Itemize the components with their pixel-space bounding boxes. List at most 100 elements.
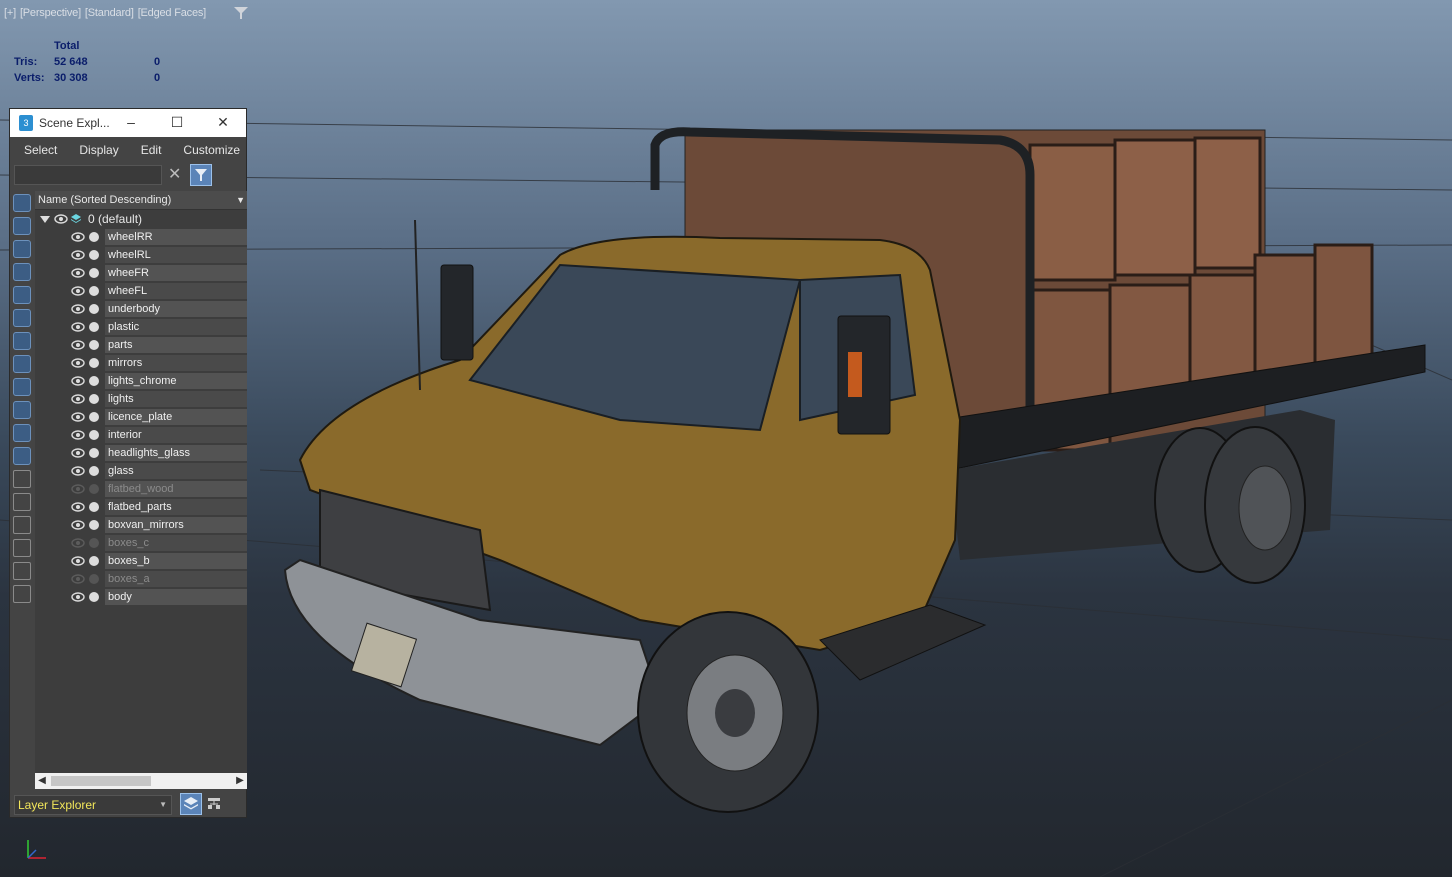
- hidden-filter-icon[interactable]: [13, 447, 31, 465]
- eye-icon[interactable]: [71, 555, 85, 567]
- eye-icon[interactable]: [71, 429, 85, 441]
- cameras-filter-icon[interactable]: [13, 263, 31, 281]
- object-row[interactable]: wheelRR: [35, 228, 247, 246]
- viewport-menu-pov[interactable]: [Perspective]: [20, 7, 81, 19]
- eye-icon[interactable]: [71, 267, 85, 279]
- eye-icon[interactable]: [71, 249, 85, 261]
- scroll-right-icon[interactable]: ▶: [233, 773, 247, 789]
- eye-icon[interactable]: [71, 321, 85, 333]
- filter-options-icon[interactable]: [13, 539, 31, 557]
- xrefs-filter-icon[interactable]: [13, 355, 31, 373]
- render-toggle-icon[interactable]: [89, 448, 99, 458]
- eye-icon[interactable]: [71, 501, 85, 513]
- render-toggle-icon[interactable]: [89, 322, 99, 332]
- render-toggle-icon[interactable]: [89, 574, 99, 584]
- column-header-name[interactable]: Name (Sorted Descending) ▼: [35, 191, 247, 210]
- select-all-icon[interactable]: [13, 470, 31, 488]
- scroll-left-icon[interactable]: ◀: [35, 773, 49, 789]
- render-toggle-icon[interactable]: [89, 538, 99, 548]
- object-row[interactable]: wheeFL: [35, 282, 247, 300]
- eye-icon[interactable]: [71, 231, 85, 243]
- eye-icon[interactable]: [71, 591, 85, 603]
- sort-by-layer-button[interactable]: [180, 793, 202, 815]
- eye-icon[interactable]: [71, 375, 85, 387]
- object-row[interactable]: licence_plate: [35, 408, 247, 426]
- sort-arrow-icon[interactable]: ▼: [236, 191, 245, 209]
- object-row[interactable]: boxvan_mirrors: [35, 516, 247, 534]
- render-toggle-icon[interactable]: [89, 592, 99, 602]
- close-button[interactable]: ✕: [206, 109, 240, 137]
- menu-customize[interactable]: Customize: [169, 143, 248, 157]
- object-row[interactable]: boxes_a: [35, 570, 247, 588]
- render-toggle-icon[interactable]: [89, 394, 99, 404]
- render-toggle-icon[interactable]: [89, 358, 99, 368]
- scene-explorer-window[interactable]: 3 Scene Expl... – ☐ ✕ Select Display Edi…: [9, 108, 247, 818]
- eye-icon[interactable]: [71, 285, 85, 297]
- select-none-icon[interactable]: [13, 493, 31, 511]
- minimize-button[interactable]: –: [114, 109, 148, 137]
- viewport-label[interactable]: [+] [Perspective] [Standard] [Edged Faces]: [4, 7, 210, 19]
- invert-selection-icon[interactable]: [13, 516, 31, 534]
- containers-filter-icon[interactable]: [13, 401, 31, 419]
- eye-icon[interactable]: [71, 357, 85, 369]
- render-toggle-icon[interactable]: [89, 556, 99, 566]
- eye-icon[interactable]: [71, 519, 85, 531]
- eye-icon[interactable]: [71, 465, 85, 477]
- render-toggle-icon[interactable]: [89, 232, 99, 242]
- object-row[interactable]: boxes_b: [35, 552, 247, 570]
- object-row[interactable]: lights: [35, 390, 247, 408]
- lights-filter-icon[interactable]: [13, 240, 31, 258]
- geometry-filter-icon[interactable]: [13, 194, 31, 212]
- eye-icon[interactable]: [54, 213, 68, 225]
- eye-icon[interactable]: [71, 411, 85, 423]
- filter-toggle-button[interactable]: [190, 164, 212, 186]
- layer-row-default[interactable]: 0 (default): [35, 210, 247, 228]
- scrollbar-thumb[interactable]: [51, 776, 151, 786]
- render-toggle-icon[interactable]: [89, 304, 99, 314]
- object-row[interactable]: parts: [35, 336, 247, 354]
- eye-icon[interactable]: [71, 573, 85, 585]
- menu-display[interactable]: Display: [65, 143, 126, 157]
- eye-icon[interactable]: [71, 447, 85, 459]
- object-row[interactable]: flatbed_wood: [35, 480, 247, 498]
- eye-icon[interactable]: [71, 339, 85, 351]
- eye-icon[interactable]: [71, 393, 85, 405]
- object-row[interactable]: flatbed_parts: [35, 498, 247, 516]
- scene-explorer-titlebar[interactable]: 3 Scene Expl... – ☐ ✕: [10, 109, 246, 137]
- horizontal-scrollbar[interactable]: ◀ ▶: [35, 773, 247, 789]
- object-row[interactable]: wheelRL: [35, 246, 247, 264]
- viewport-menu-plus[interactable]: [+]: [4, 7, 16, 19]
- object-row[interactable]: glass: [35, 462, 247, 480]
- object-row[interactable]: wheeFR: [35, 264, 247, 282]
- object-row[interactable]: mirrors: [35, 354, 247, 372]
- clear-search-icon[interactable]: ✕: [168, 166, 181, 184]
- layer-tree[interactable]: Name (Sorted Descending) ▼ 0 (default) w…: [35, 191, 247, 773]
- viewport-menu-standard[interactable]: [Standard]: [85, 7, 134, 19]
- object-row[interactable]: plastic: [35, 318, 247, 336]
- expand-triangle-icon[interactable]: [40, 215, 50, 223]
- camera-icon[interactable]: [13, 585, 31, 603]
- funnel-icon[interactable]: [234, 6, 248, 20]
- maximize-button[interactable]: ☐: [160, 109, 194, 137]
- render-toggle-icon[interactable]: [89, 484, 99, 494]
- eye-icon[interactable]: [71, 483, 85, 495]
- frozen-filter-icon[interactable]: [13, 424, 31, 442]
- render-toggle-icon[interactable]: [89, 250, 99, 260]
- object-row[interactable]: interior: [35, 426, 247, 444]
- object-row[interactable]: underbody: [35, 300, 247, 318]
- render-toggle-icon[interactable]: [89, 502, 99, 512]
- render-toggle-icon[interactable]: [89, 268, 99, 278]
- eye-icon[interactable]: [71, 537, 85, 549]
- eye-icon[interactable]: [71, 303, 85, 315]
- render-toggle-icon[interactable]: [89, 412, 99, 422]
- render-toggle-icon[interactable]: [89, 520, 99, 530]
- object-row[interactable]: headlights_glass: [35, 444, 247, 462]
- render-toggle-icon[interactable]: [89, 286, 99, 296]
- viewport-menu-shading[interactable]: [Edged Faces]: [138, 7, 207, 19]
- spacewarps-filter-icon[interactable]: [13, 309, 31, 327]
- object-row[interactable]: body: [35, 588, 247, 606]
- search-input[interactable]: [14, 165, 162, 185]
- helpers-filter-icon[interactable]: [13, 286, 31, 304]
- funnel-icon[interactable]: [13, 562, 31, 580]
- menu-select[interactable]: Select: [10, 143, 65, 157]
